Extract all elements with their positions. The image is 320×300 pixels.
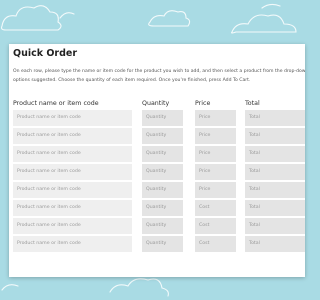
quantity-input[interactable]: Quantity xyxy=(142,182,183,198)
cloud-icon xyxy=(261,3,281,9)
product-input[interactable]: Product name or item code xyxy=(13,218,132,234)
product-input[interactable]: Product name or item code xyxy=(13,110,132,126)
product-input[interactable]: Product name or item code xyxy=(13,128,132,144)
quantity-input[interactable]: Quantity xyxy=(142,128,183,144)
instructions-text: On each row, please type the name or ite… xyxy=(13,69,305,83)
product-input[interactable]: Product name or item code xyxy=(13,164,132,180)
page-title: Quick Order xyxy=(13,48,78,59)
quantity-column-header: Quantity xyxy=(142,100,170,107)
order-row: Product name or item code Quantity Cost … xyxy=(9,200,305,218)
order-row: Product name or item code Quantity Price… xyxy=(9,146,305,164)
cloud-icon xyxy=(1,284,19,291)
cloud-icon xyxy=(148,10,191,27)
price-field: Cost xyxy=(195,200,236,216)
total-field: Total xyxy=(245,236,305,252)
total-field: Total xyxy=(245,110,305,126)
price-field: Price xyxy=(195,128,236,144)
price-field: Price xyxy=(195,182,236,198)
order-row: Product name or item code Quantity Price… xyxy=(9,182,305,200)
cloud-icon xyxy=(230,14,297,34)
cloud-icon xyxy=(109,278,169,297)
price-field: Price xyxy=(195,110,236,126)
cloud-icon xyxy=(59,12,75,19)
price-column-header: Price xyxy=(195,100,211,107)
price-field: Cost xyxy=(195,218,236,234)
quantity-input[interactable]: Quantity xyxy=(142,236,183,252)
order-row: Product name or item code Quantity Price… xyxy=(9,110,305,128)
quantity-input[interactable]: Quantity xyxy=(142,164,183,180)
product-input[interactable]: Product name or item code xyxy=(13,236,132,252)
total-field: Total xyxy=(245,200,305,216)
price-field: Price xyxy=(195,146,236,162)
quantity-input[interactable]: Quantity xyxy=(142,146,183,162)
total-field: Total xyxy=(245,164,305,180)
quantity-input[interactable]: Quantity xyxy=(142,200,183,216)
total-field: Total xyxy=(245,128,305,144)
product-input[interactable]: Product name or item code xyxy=(13,182,132,198)
order-row: Product name or item code Quantity Price… xyxy=(9,128,305,146)
order-row: Product name or item code Quantity Cost … xyxy=(9,218,305,236)
quantity-input[interactable]: Quantity xyxy=(142,110,183,126)
price-field: Cost xyxy=(195,236,236,252)
quantity-input[interactable]: Quantity xyxy=(142,218,183,234)
quick-order-card: Quick Order On each row, please type the… xyxy=(9,44,305,277)
product-input[interactable]: Product name or item code xyxy=(13,200,132,216)
total-column-header: Total xyxy=(245,100,260,107)
order-row: Product name or item code Quantity Price… xyxy=(9,164,305,182)
product-input[interactable]: Product name or item code xyxy=(13,146,132,162)
price-field: Price xyxy=(195,164,236,180)
total-field: Total xyxy=(245,182,305,198)
total-field: Total xyxy=(245,218,305,234)
order-row: Product name or item code Quantity Cost … xyxy=(9,236,305,254)
cloud-icon xyxy=(0,5,62,31)
product-column-header: Product name or item code xyxy=(13,100,99,107)
total-field: Total xyxy=(245,146,305,162)
